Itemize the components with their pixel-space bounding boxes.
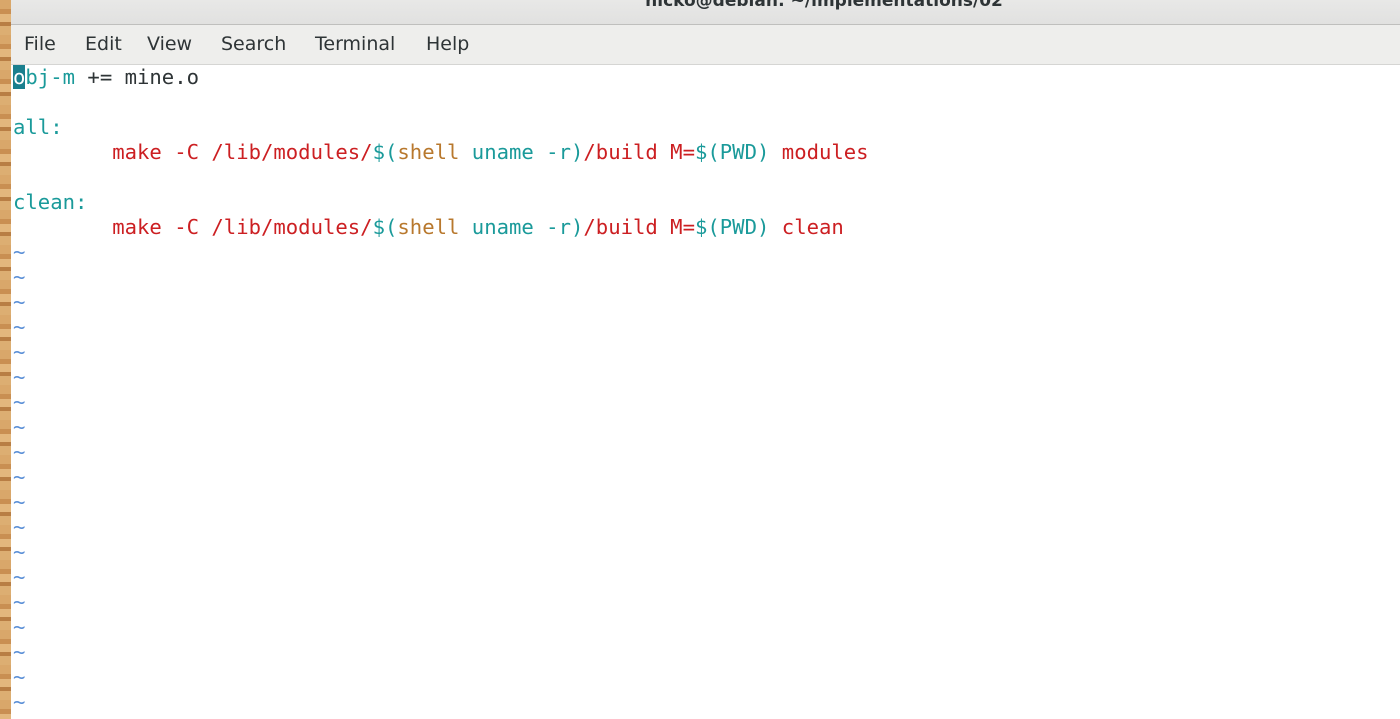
- shell-keyword: shell: [397, 215, 460, 239]
- empty-line-marker: ~: [13, 340, 26, 364]
- dollar-paren: $(: [372, 140, 398, 164]
- menu-help[interactable]: Help: [426, 33, 469, 55]
- empty-line-marker: ~: [13, 665, 26, 689]
- build-path: /build M=: [583, 215, 695, 239]
- dollar-paren: $(: [372, 215, 398, 239]
- menu-edit[interactable]: Edit: [85, 33, 122, 55]
- terminal-window: nicko@debian: ~/implementations/02 File …: [11, 0, 1400, 719]
- empty-line-marker: ~: [13, 365, 26, 389]
- empty-line-marker: ~: [13, 315, 26, 339]
- uname-call: uname -r): [459, 140, 584, 164]
- empty-line-marker: ~: [13, 640, 26, 664]
- make-command: make -C /lib/modules/: [112, 215, 373, 239]
- obj-assignment: += mine.o: [75, 65, 200, 89]
- empty-line-marker: ~: [13, 465, 26, 489]
- title-bar[interactable]: nicko@debian: ~/implementations/02: [11, 0, 1400, 25]
- menu-terminal[interactable]: Terminal: [315, 33, 395, 55]
- empty-line-marker: ~: [13, 515, 26, 539]
- empty-line-marker: ~: [13, 490, 26, 514]
- make-command: make -C /lib/modules/: [112, 140, 373, 164]
- empty-line-marker: ~: [13, 590, 26, 614]
- menu-bar: File Edit View Search Terminal Help: [11, 25, 1400, 65]
- menu-search[interactable]: Search: [221, 33, 286, 55]
- editor-line-1: obj-m += mine.o: [13, 65, 199, 90]
- pwd-variable: $(PWD): [694, 140, 770, 164]
- desktop-background: [0, 0, 11, 719]
- target-all: all:: [13, 115, 63, 139]
- make-action: modules: [769, 140, 869, 164]
- editor-line-6: clean:: [13, 190, 87, 215]
- empty-line-marker: ~: [13, 440, 26, 464]
- empty-line-marker: ~: [13, 240, 26, 264]
- window-title: nicko@debian: ~/implementations/02: [645, 0, 1003, 11]
- build-path: /build M=: [583, 140, 695, 164]
- empty-line-marker: ~: [13, 540, 26, 564]
- empty-line-marker: ~: [13, 565, 26, 589]
- text-cursor: o: [13, 65, 26, 89]
- pwd-variable: $(PWD): [694, 215, 770, 239]
- empty-line-marker: ~: [13, 390, 26, 414]
- empty-line-marker: ~: [13, 615, 26, 639]
- editor-line-7: make -C /lib/modules/$(shell uname -r)/b…: [13, 215, 844, 240]
- obj-identifier: bj-m: [25, 65, 76, 89]
- menu-view[interactable]: View: [147, 33, 192, 55]
- terminal-content[interactable]: obj-m += mine.o all: make -C /lib/module…: [11, 65, 1400, 719]
- editor-line-3: all:: [13, 115, 63, 140]
- shell-keyword: shell: [397, 140, 460, 164]
- make-action: clean: [769, 215, 844, 239]
- empty-line-marker: ~: [13, 690, 26, 714]
- menu-file[interactable]: File: [24, 33, 56, 55]
- empty-line-marker: ~: [13, 290, 26, 314]
- empty-line-marker: ~: [13, 265, 26, 289]
- empty-line-marker: ~: [13, 415, 26, 439]
- editor-line-4: make -C /lib/modules/$(shell uname -r)/b…: [13, 140, 869, 165]
- uname-call: uname -r): [459, 215, 584, 239]
- target-clean: clean:: [13, 190, 88, 214]
